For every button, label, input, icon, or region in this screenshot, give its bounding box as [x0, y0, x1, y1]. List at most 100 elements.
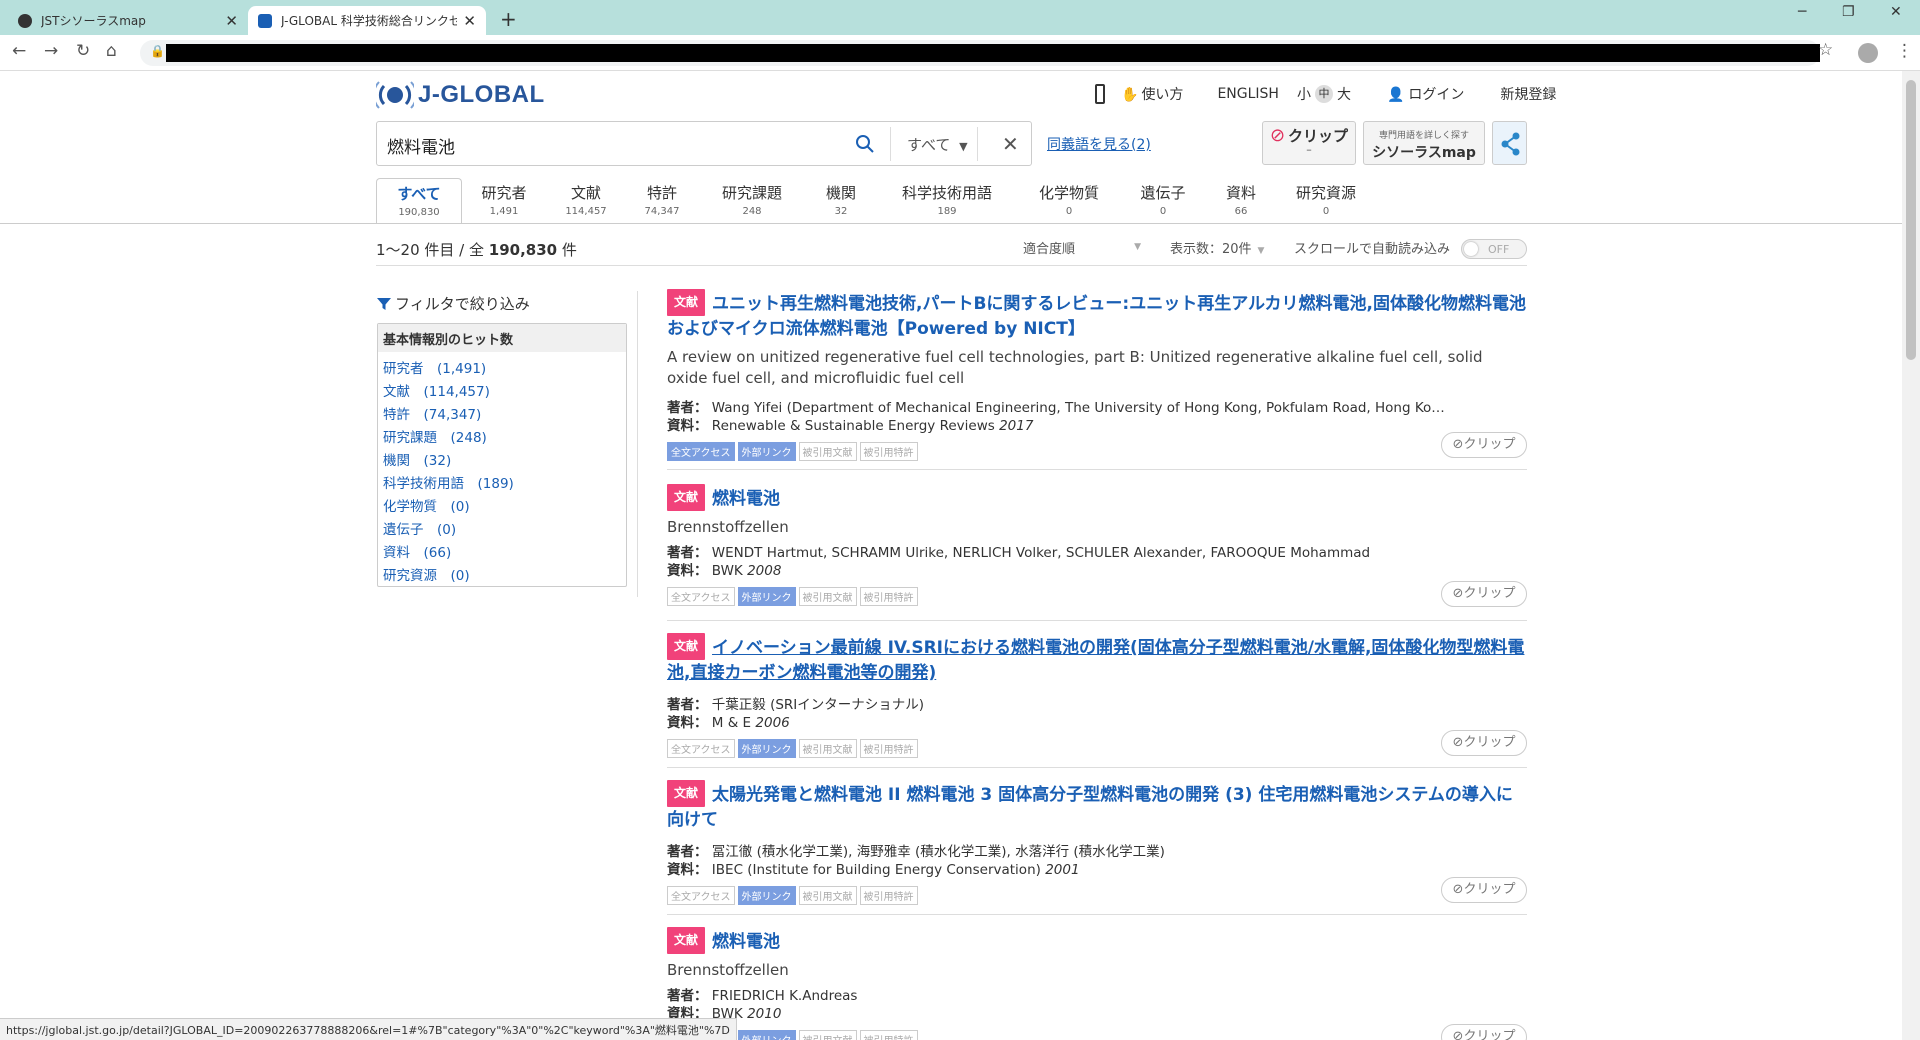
- cited-patent-tag: 被引用特許: [859, 739, 918, 758]
- tab-label: 特許: [646, 184, 677, 202]
- clear-search-icon[interactable]: ✕: [1002, 132, 1019, 156]
- font-small-button[interactable]: 小: [1297, 84, 1311, 104]
- close-icon[interactable]: ✕: [463, 12, 476, 30]
- bookmark-star-icon[interactable]: ☆: [1818, 40, 1833, 60]
- tab-all[interactable]: すべて 190,830: [376, 178, 462, 223]
- share-button[interactable]: [1492, 121, 1527, 165]
- english-link[interactable]: ENGLISH: [1217, 86, 1279, 102]
- page-size-select[interactable]: 表示数：20件 ▼: [1170, 238, 1264, 257]
- forward-icon[interactable]: →: [44, 41, 58, 61]
- font-large-button[interactable]: 大: [1337, 84, 1351, 104]
- toggle-state: OFF: [1488, 243, 1510, 256]
- browser-tab-jglobal[interactable]: J-GLOBAL 科学技術総合リンクセ ✕: [248, 6, 486, 35]
- toggle-knob: [1464, 242, 1478, 256]
- filter-item-research-resources[interactable]: 研究資源 (0): [383, 564, 621, 584]
- filter-item-researchers[interactable]: 研究者 (1,491): [383, 357, 621, 377]
- status-bar-url: https://jglobal.jst.go.jp/detail?JGLOBAL…: [0, 1018, 737, 1040]
- clip-button[interactable]: ⊘ クリップ –: [1262, 121, 1356, 165]
- tab-research-resources[interactable]: 研究資源 0: [1276, 178, 1376, 223]
- register-link[interactable]: 新規登録: [1500, 84, 1556, 104]
- autoload-toggle[interactable]: OFF: [1461, 239, 1527, 259]
- synonym-link[interactable]: 同義語を見る(2): [1047, 134, 1151, 154]
- minimize-icon[interactable]: ─: [1798, 4, 1806, 20]
- tab-genes[interactable]: 遺伝子 0: [1120, 178, 1206, 223]
- profile-avatar-icon[interactable]: [1858, 43, 1878, 63]
- browser-tab-thesaurus[interactable]: JSTシソーラスmap ✕: [8, 6, 248, 35]
- external-link-tag[interactable]: 外部リンク: [737, 587, 796, 606]
- tab-label: すべて: [397, 185, 441, 203]
- source-value: IBEC (Institute for Building Energy Cons…: [711, 862, 1041, 878]
- tab-literature[interactable]: 文献 114,457: [546, 178, 626, 223]
- result-title-link[interactable]: 文献 太陽光発電と燃料電池 II 燃料電池 3 固体高分子型燃料電池の開発 (3)…: [667, 780, 1527, 833]
- search-scope-select[interactable]: すべて ▼: [907, 134, 968, 155]
- external-link-tag[interactable]: 外部リンク: [737, 739, 796, 758]
- filter-item-materials[interactable]: 資料 (66): [383, 541, 621, 561]
- filter-item-sci-terms[interactable]: 科学技術用語 (189): [383, 472, 621, 492]
- result-title-link[interactable]: 文献 燃料電池: [667, 927, 1527, 955]
- user-icon: 👤: [1386, 87, 1405, 103]
- kebab-menu-icon[interactable]: ⋮: [1896, 41, 1913, 61]
- clip-label: クリップ: [1463, 735, 1516, 750]
- external-link-tag[interactable]: 外部リンク: [737, 442, 796, 461]
- tab-institutions[interactable]: 機関 32: [806, 178, 876, 223]
- tab-chemicals[interactable]: 化学物質 0: [1018, 178, 1120, 223]
- new-tab-button[interactable]: +: [500, 7, 517, 31]
- result-clip-button[interactable]: ⊘クリップ: [1441, 877, 1527, 903]
- result-title-link[interactable]: 文献 ユニット再生燃料電池技術,パートBに関するレビュー:ユニット再生アルカリ燃料…: [667, 289, 1527, 342]
- result-title-link[interactable]: 文献 イノベーション最前線 IV.SRIにおける燃料電池の開発(固体高分子型燃料電…: [667, 633, 1527, 686]
- tab-count: 189: [937, 206, 957, 217]
- paperclip-icon: ⊘: [1452, 1029, 1464, 1040]
- result-clip-button[interactable]: ⊘クリップ: [1441, 1024, 1527, 1040]
- search-input[interactable]: 燃料電池: [387, 133, 455, 158]
- sort-label: 適合度順: [1023, 242, 1076, 257]
- tab-research-projects[interactable]: 研究課題 248: [698, 178, 806, 223]
- result-clip-button[interactable]: ⊘クリップ: [1441, 581, 1527, 607]
- close-window-icon[interactable]: ✕: [1890, 4, 1902, 20]
- tab-count: 74,347: [644, 206, 680, 217]
- tab-materials[interactable]: 資料 66: [1206, 178, 1276, 223]
- filter-item-patents[interactable]: 特許 (74,347): [383, 403, 621, 423]
- restore-icon[interactable]: ❐: [1842, 4, 1855, 20]
- result-clip-button[interactable]: ⊘クリップ: [1441, 730, 1527, 756]
- external-link-tag[interactable]: 外部リンク: [737, 1030, 796, 1040]
- tab-count: 114,457: [565, 206, 607, 217]
- filter-item-chemicals[interactable]: 化学物質 (0): [383, 495, 621, 515]
- author-value: 千葉正毅 (SRIインターナショナル): [711, 697, 925, 713]
- reload-icon[interactable]: ↻: [76, 41, 90, 61]
- author-label: 著者：: [667, 545, 708, 561]
- source-label: 資料：: [667, 563, 708, 579]
- font-medium-button[interactable]: 中: [1314, 85, 1333, 103]
- tab-researchers[interactable]: 研究者 1,491: [462, 178, 546, 223]
- doc-type-badge: 文献: [667, 289, 706, 316]
- smartphone-icon[interactable]: [1095, 84, 1105, 104]
- result-item: 文献 ユニット再生燃料電池技術,パートBに関するレビュー:ユニット再生アルカリ燃料…: [667, 289, 1527, 461]
- clip-label: クリップ: [1463, 1029, 1516, 1040]
- author-value: WENDT Hartmut, SCHRAMM Ulrike, NERLICH V…: [711, 545, 1371, 561]
- result-title-link[interactable]: 文献 燃料電池: [667, 484, 1527, 512]
- tab-patents[interactable]: 特許 74,347: [626, 178, 698, 223]
- result-clip-button[interactable]: ⊘クリップ: [1441, 432, 1527, 458]
- result-item: 文献 燃料電池 Brennstoffzellen 著者： FRIEDRICH K.…: [667, 927, 1527, 1040]
- filter-item-research-projects[interactable]: 研究課題 (248): [383, 426, 621, 446]
- howto-link[interactable]: ✋ 使い方: [1121, 84, 1201, 104]
- login-link[interactable]: 👤 ログイン: [1387, 84, 1482, 104]
- back-icon[interactable]: ←: [12, 41, 26, 61]
- external-link-tag[interactable]: 外部リンク: [737, 886, 796, 905]
- full-text-tag[interactable]: 全文アクセス: [667, 442, 735, 461]
- filter-item-institutions[interactable]: 機関 (32): [383, 449, 621, 469]
- tab-sci-terms[interactable]: 科学技術用語 189: [876, 178, 1018, 223]
- filter-item-literature[interactable]: 文献 (114,457): [383, 380, 621, 400]
- sort-select[interactable]: 適合度順 ▼: [1023, 238, 1141, 257]
- close-icon[interactable]: ✕: [225, 12, 238, 30]
- author-value: Wang Yifei (Department of Mechanical Eng…: [711, 400, 1445, 416]
- home-icon[interactable]: ⌂: [106, 41, 117, 61]
- author-label: 著者：: [667, 697, 708, 713]
- search-icon[interactable]: [855, 134, 875, 158]
- filter-item-genes[interactable]: 遺伝子 (0): [383, 518, 621, 538]
- thesaurus-map-button[interactable]: 専門用語を詳しく探す シソーラスmap: [1363, 121, 1485, 165]
- jglobal-logo[interactable]: J-GLOBAL: [372, 80, 545, 110]
- full-text-tag: 全文アクセス: [667, 587, 735, 606]
- result-subtitle: Brennstoffzellen: [667, 961, 789, 979]
- font-size-control: 小 中 大: [1297, 84, 1369, 104]
- scrollbar-thumb[interactable]: [1906, 80, 1916, 360]
